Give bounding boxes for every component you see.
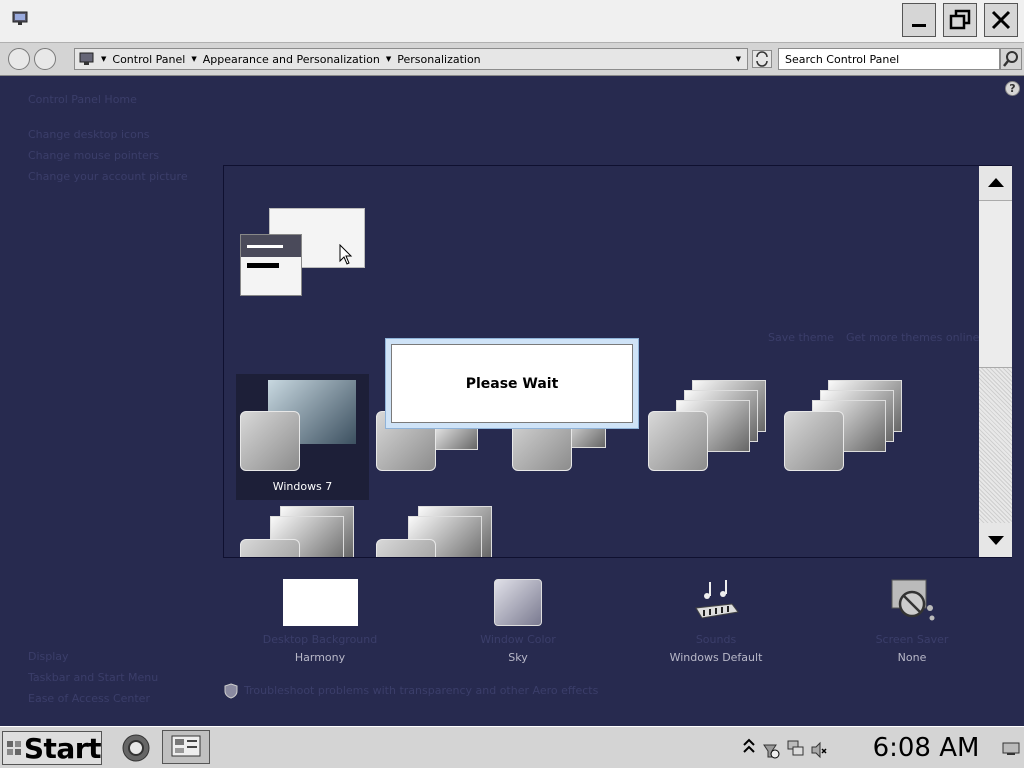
- sidebar-link-ease-of-access[interactable]: Ease of Access Center: [28, 692, 150, 705]
- breadcrumb-appearance[interactable]: Appearance and Personalization: [203, 53, 380, 66]
- screen-saver-icon[interactable]: [886, 578, 938, 626]
- sounds-value: Windows Default: [669, 651, 763, 664]
- volume-muted-icon[interactable]: [810, 741, 828, 759]
- breadcrumb[interactable]: ▼ Control Panel ▼ Appearance and Persona…: [74, 48, 748, 70]
- window-color-swatch: [648, 411, 708, 471]
- close-button[interactable]: [984, 3, 1018, 37]
- forward-button[interactable]: [34, 48, 56, 70]
- window-color-swatch: [240, 411, 300, 471]
- search-icon: [1003, 51, 1018, 67]
- sidebar-link-account-picture[interactable]: Change your account picture: [28, 170, 188, 183]
- taskbar-chrome-button[interactable]: [118, 732, 154, 764]
- arrow-up-icon: [987, 178, 1004, 187]
- control-panel-icon: [79, 52, 94, 65]
- breadcrumb-control-panel[interactable]: Control Panel: [112, 53, 185, 66]
- windows-logo-icon: [7, 741, 21, 755]
- theme-tile-windows7[interactable]: Windows 7: [236, 374, 369, 500]
- theme-tile-4[interactable]: [644, 374, 777, 500]
- window-color-icon[interactable]: [494, 579, 542, 626]
- network-icon[interactable]: [786, 739, 806, 759]
- address-dropdown-icon[interactable]: ▼: [736, 55, 741, 63]
- minimize-icon: [912, 24, 926, 27]
- desktop-background-icon[interactable]: [283, 579, 358, 626]
- sidebar-link-taskbar[interactable]: Taskbar and Start Menu: [28, 671, 158, 684]
- browser-icon: [122, 734, 150, 762]
- screen-saver-value: None: [897, 651, 927, 664]
- title-bar: [0, 0, 1024, 42]
- desktop-background-value: Harmony: [294, 651, 346, 664]
- search-button[interactable]: [1000, 48, 1022, 70]
- control-panel-app-icon[interactable]: [12, 10, 28, 26]
- scroll-up-button[interactable]: [979, 166, 1012, 198]
- minimize-button[interactable]: [902, 3, 936, 37]
- chevron-down-icon[interactable]: ▼: [191, 55, 196, 63]
- scroll-down-button[interactable]: [979, 525, 1012, 557]
- back-button[interactable]: [8, 48, 30, 70]
- chevron-down-icon[interactable]: ▼: [386, 55, 391, 63]
- restore-icon: [949, 9, 971, 30]
- theme-tile-6[interactable]: [236, 504, 369, 557]
- save-theme-link[interactable]: Save theme: [768, 331, 834, 344]
- theme-scrollbar[interactable]: [979, 166, 1012, 557]
- window-color-swatch: [240, 539, 300, 557]
- taskbar-control-panel-button[interactable]: [162, 730, 210, 764]
- breadcrumb-personalization[interactable]: Personalization: [397, 53, 480, 66]
- mouse-cursor-icon: [339, 244, 353, 265]
- start-button[interactable]: Start: [2, 731, 102, 765]
- please-wait-dialog: Please Wait: [385, 338, 639, 429]
- sidebar-link-mouse-pointers[interactable]: Change mouse pointers: [28, 149, 159, 162]
- taskbar: Start 6:08 AM: [0, 726, 1024, 768]
- address-bar: ▼ Control Panel ▼ Appearance and Persona…: [0, 42, 1024, 76]
- action-center-icon[interactable]: [762, 741, 780, 759]
- chevron-down-icon[interactable]: ▼: [101, 55, 106, 63]
- start-label: Start: [23, 731, 102, 765]
- restore-button[interactable]: [943, 3, 977, 37]
- window-color-swatch: [376, 539, 436, 557]
- screen-saver-label[interactable]: Screen Saver: [832, 633, 992, 646]
- sidebar-link-desktop-icons[interactable]: Change desktop icons: [28, 128, 150, 141]
- control-panel-icon: [171, 735, 201, 757]
- theme-tile-7[interactable]: [372, 504, 505, 557]
- system-tray: 6:08 AM: [740, 731, 1024, 765]
- desktop-background-label[interactable]: Desktop Background: [240, 633, 400, 646]
- troubleshoot-aero-link[interactable]: Troubleshoot problems with transparency …: [244, 684, 598, 697]
- window-color-swatch: [784, 411, 844, 471]
- show-hidden-icons-icon[interactable]: [742, 737, 756, 757]
- dialog-message: Please Wait: [391, 344, 633, 423]
- search-input[interactable]: [778, 48, 1000, 70]
- help-icon[interactable]: ?: [1005, 81, 1020, 96]
- sounds-icon[interactable]: [692, 578, 742, 626]
- preview-window-front: [240, 234, 302, 296]
- clock[interactable]: 6:08 AM: [856, 732, 996, 764]
- refresh-button[interactable]: [752, 50, 772, 68]
- get-more-themes-link[interactable]: Get more themes online: [846, 331, 979, 344]
- show-desktop-icon[interactable]: [1002, 741, 1020, 757]
- window-color-value: Sky: [508, 651, 528, 664]
- scroll-track[interactable]: [979, 368, 1012, 523]
- scroll-thumb[interactable]: [979, 200, 1012, 368]
- sidebar-home-link[interactable]: Control Panel Home: [28, 93, 137, 106]
- theme-name: Windows 7: [272, 480, 333, 493]
- sounds-label[interactable]: Sounds: [636, 633, 796, 646]
- window-color-label[interactable]: Window Color: [438, 633, 598, 646]
- refresh-icon: [756, 51, 768, 67]
- shield-icon: [224, 683, 238, 699]
- arrow-down-icon: [987, 536, 1004, 545]
- sidebar-link-display[interactable]: Display: [28, 650, 69, 663]
- theme-tile-5[interactable]: [780, 374, 913, 500]
- close-icon: [991, 10, 1011, 30]
